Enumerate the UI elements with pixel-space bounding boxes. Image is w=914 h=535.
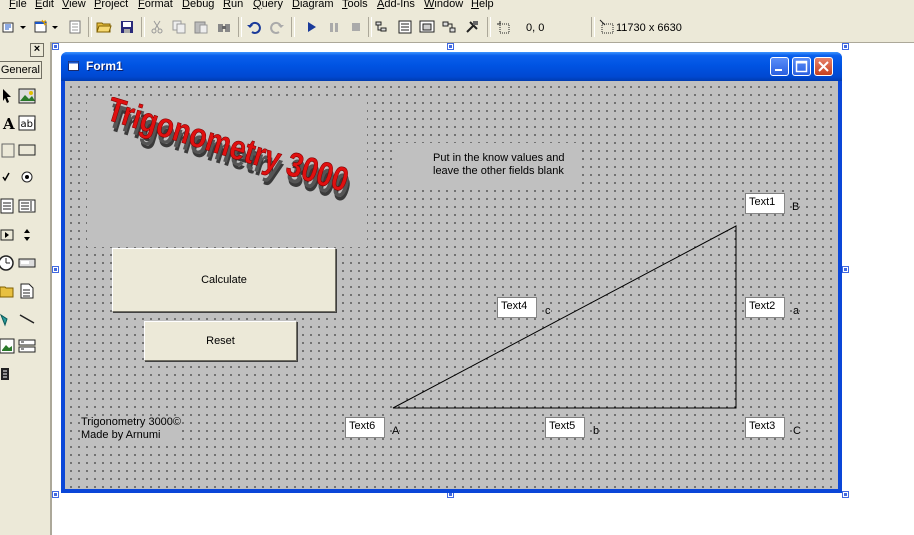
side-label-c: c [545,305,551,318]
frame-icon[interactable] [0,141,16,159]
resize-handle[interactable] [52,266,59,273]
menu-help[interactable]: Help [471,0,494,11]
menu-add-ins[interactable]: Add-Ins [377,0,415,11]
standard-toolbar: 0, 0 11730 x 6630 [0,12,914,43]
drivelistbox-icon[interactable] [17,254,37,272]
redo-icon[interactable] [268,18,286,36]
picturebox-icon[interactable] [17,87,37,105]
vertex-label-c: C [793,425,801,438]
ole-icon[interactable] [0,365,16,383]
minimize-icon[interactable] [770,57,789,76]
vertex-label-b: B [792,201,800,214]
textbox-icon[interactable]: ab| [17,114,37,132]
form-client-area[interactable]: Trigonometry 3000 Trigonometry 3000 Trig… [65,81,838,489]
filelistbox-icon[interactable] [17,282,37,300]
resize-handle[interactable] [52,43,59,50]
menu-tools[interactable]: Tools [342,0,368,11]
data-control-icon[interactable] [17,337,37,355]
form-window: Form1 Trigonometry 3000 Trigonometry 300… [61,52,842,493]
resize-handle[interactable] [447,43,454,50]
find-icon[interactable] [215,18,233,36]
text1-textbox[interactable]: Text1 [745,193,785,214]
dropdown-arrow-icon[interactable] [51,18,59,36]
text6-textbox[interactable]: Text6 [345,417,385,438]
size-readout: 11730 x 6630 [616,22,682,34]
credits-line-2: Made by Arnumi [81,429,161,441]
menu-project[interactable]: Project [94,0,128,11]
triangle-shape [392,225,737,409]
close-icon[interactable] [814,57,833,76]
svg-text:A: A [2,115,15,132]
credits-label: Trigonometry 3000© Made by Arnumi [81,416,182,442]
copy-icon[interactable] [170,18,188,36]
dirlistbox-icon[interactable] [0,282,16,300]
toolbox-icon[interactable] [463,18,481,36]
menu-format[interactable]: Format [138,0,173,11]
text4-textbox[interactable]: Text4 [497,297,537,318]
listbox-icon[interactable] [17,197,37,215]
optionbutton-icon[interactable] [17,168,37,186]
combobox-icon[interactable] [0,197,16,215]
menu-debug[interactable]: Debug [182,0,214,11]
properties-window-icon[interactable] [396,18,414,36]
form-title-bar[interactable]: Form1 [61,52,842,81]
dropdown-arrow-icon[interactable] [19,18,27,36]
hscrollbar-icon[interactable] [0,226,16,244]
cut-icon[interactable] [148,18,166,36]
timer-icon[interactable] [0,254,16,272]
pointer-icon[interactable] [0,87,16,105]
resize-handle[interactable] [842,266,849,273]
add-form-icon[interactable] [32,18,50,36]
object-browser-icon[interactable] [440,18,458,36]
close-icon[interactable]: × [30,43,44,57]
save-icon[interactable] [118,18,136,36]
toolbox-panel: × General A ab| [0,42,52,535]
text5-textbox[interactable]: Text5 [545,417,585,438]
credits-line-1: Trigonometry 3000© [81,416,182,428]
vscrollbar-icon[interactable] [17,226,37,244]
commandbutton-icon[interactable] [17,141,37,159]
menu-bar: File Edit View Project Format Debug Run … [0,0,914,12]
menu-editor-icon[interactable] [66,18,84,36]
size-icon [598,18,616,36]
resize-handle[interactable] [52,491,59,498]
form-title: Form1 [86,59,123,73]
add-project-icon[interactable] [0,18,18,36]
position-icon [494,18,512,36]
side-label-b: b [593,425,600,438]
paste-icon[interactable] [192,18,210,36]
end-icon[interactable] [347,18,365,36]
line-icon[interactable] [17,310,37,328]
vertex-label-a: A [392,425,400,438]
toolbox-tab-general[interactable]: General [0,61,42,79]
svg-text:ab|: ab| [21,119,37,130]
menu-run[interactable]: Run [223,0,243,11]
position-readout: 0, 0 [526,22,545,34]
text2-textbox[interactable]: Text2 [745,297,785,318]
menu-query[interactable]: Query [253,0,283,11]
menu-window[interactable]: Window [424,0,463,11]
menu-view[interactable]: View [62,0,86,11]
undo-icon[interactable] [245,18,263,36]
shape-icon[interactable] [0,310,16,328]
form-layout-icon[interactable] [418,18,436,36]
menu-file[interactable]: File [9,0,27,11]
maximize-icon[interactable] [792,57,811,76]
text3-textbox[interactable]: Text3 [745,417,785,438]
form-icon [68,61,79,71]
checkbox-icon[interactable] [0,168,16,186]
menu-edit[interactable]: Edit [35,0,54,11]
menu-diagram[interactable]: Diagram [292,0,334,11]
resize-handle[interactable] [842,43,849,50]
break-icon[interactable] [325,18,343,36]
open-folder-icon[interactable] [95,18,113,36]
image-icon[interactable] [0,337,16,355]
side-label-a: a [793,305,800,318]
project-explorer-icon[interactable] [373,18,391,36]
label-icon[interactable]: A [0,114,16,132]
resize-handle[interactable] [842,491,849,498]
start-icon[interactable] [302,18,320,36]
